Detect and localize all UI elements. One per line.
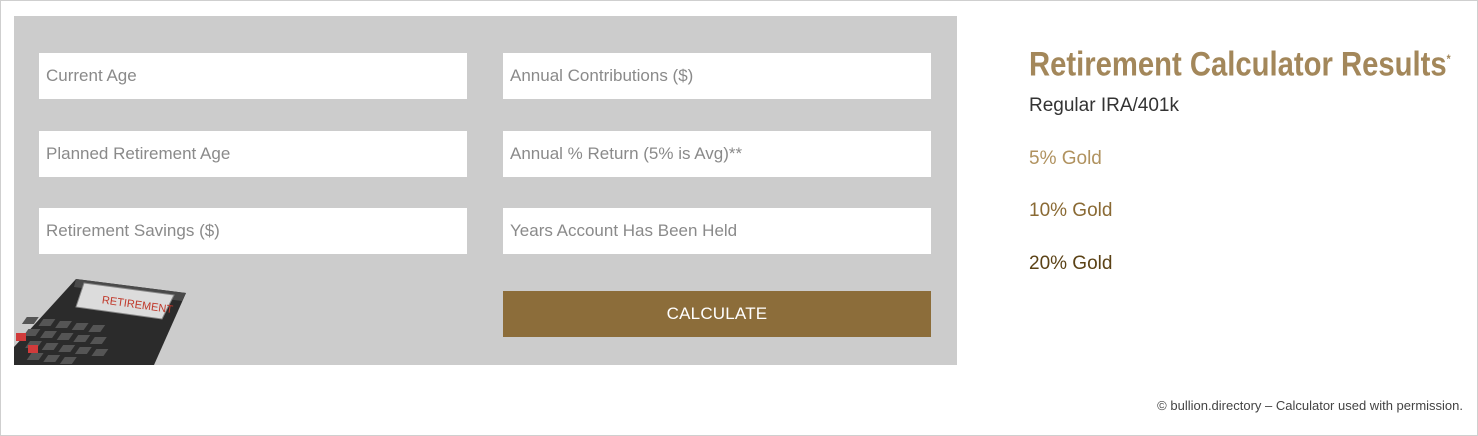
result-20-percent-gold: 20% Gold [1029, 253, 1113, 274]
result-regular-ira: Regular IRA/401k [1029, 95, 1179, 116]
current-age-input[interactable] [39, 53, 467, 99]
results-title: Retirement Calculator Results* [1029, 45, 1451, 84]
calculator-illustration: RETIREMENT [14, 279, 186, 365]
results-title-footnote-mark: * [1446, 52, 1451, 66]
calculator-widget: RETIREMENT [0, 0, 1478, 436]
retirement-savings-input[interactable] [39, 208, 467, 254]
annual-contributions-input[interactable] [503, 53, 931, 99]
calculate-button[interactable]: CALCULATE [503, 291, 931, 337]
result-5-percent-gold: 5% Gold [1029, 148, 1102, 169]
annual-return-input[interactable] [503, 131, 931, 177]
result-10-percent-gold: 10% Gold [1029, 200, 1113, 221]
credit-footnote: © bullion.directory – Calculator used wi… [1157, 398, 1463, 413]
planned-retirement-age-input[interactable] [39, 131, 467, 177]
years-held-input[interactable] [503, 208, 931, 254]
calculator-form-panel: RETIREMENT [14, 16, 957, 365]
results-panel: Retirement Calculator Results* Regular I… [1029, 37, 1459, 274]
